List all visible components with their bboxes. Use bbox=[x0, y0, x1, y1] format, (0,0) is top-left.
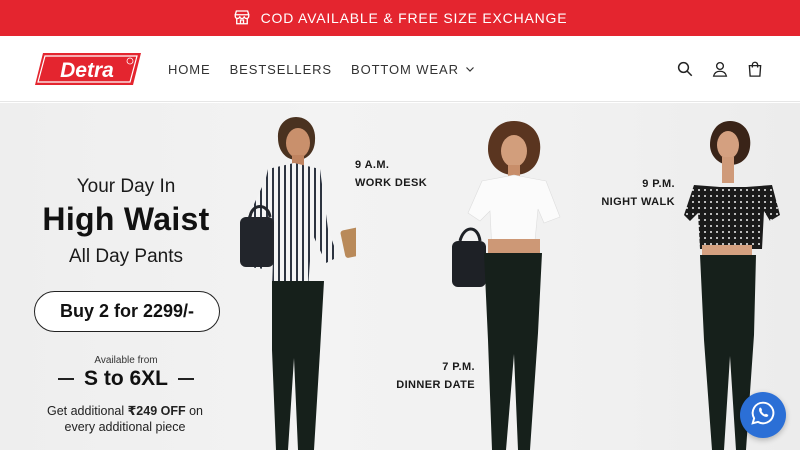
hero-line3: All Day Pants bbox=[68, 246, 184, 267]
announcement-bar: COD AVAILABLE & FREE SIZE EXCHANGE bbox=[0, 0, 800, 36]
extra-offer-amount: ₹249 OFF bbox=[127, 404, 186, 418]
model-dinner-date-label: 7 P.M. DINNER DATE bbox=[380, 358, 475, 394]
divider bbox=[57, 378, 74, 380]
model-work-desk-label: 9 A.M. WORK DESK bbox=[355, 156, 427, 192]
site-header: Detra HOME BESTSELLERS BOTTOM WEAR bbox=[0, 36, 800, 102]
account-icon[interactable] bbox=[711, 60, 729, 78]
model-dinner-date-image bbox=[452, 121, 561, 450]
hero-headline: High Waist bbox=[42, 201, 210, 237]
announcement-text: COD AVAILABLE & FREE SIZE EXCHANGE bbox=[260, 10, 568, 26]
main-nav: HOME BESTSELLERS BOTTOM WEAR bbox=[168, 36, 475, 102]
extra-offer-prefix: Get additional bbox=[46, 404, 128, 418]
divider bbox=[178, 378, 194, 380]
whatsapp-chat-button[interactable] bbox=[740, 392, 786, 438]
hero-banner[interactable]: Your Day In High Waist All Day Pants Buy… bbox=[0, 103, 800, 450]
detra-logo[interactable]: Detra bbox=[33, 52, 143, 86]
caption-night-walk: NIGHT WALK bbox=[601, 196, 675, 208]
nav-bottom-wear-label: BOTTOM WEAR bbox=[351, 61, 459, 77]
whatsapp-icon bbox=[750, 400, 776, 431]
time-label-9am: 9 A.M. bbox=[355, 159, 390, 171]
caption-work-desk: WORK DESK bbox=[355, 177, 428, 189]
nav-bestsellers-label: BESTSELLERS bbox=[229, 61, 332, 77]
buy-offer-button[interactable]: Buy 2 for 2299/- bbox=[34, 291, 220, 332]
nav-bestsellers[interactable]: BESTSELLERS bbox=[230, 62, 332, 77]
nav-bottom-wear[interactable]: BOTTOM WEAR bbox=[351, 62, 475, 77]
caption-dinner-date: DINNER DATE bbox=[396, 379, 475, 391]
search-icon[interactable] bbox=[676, 60, 694, 78]
time-label-7pm: 7 P.M. bbox=[442, 361, 475, 373]
logo-text: Detra bbox=[60, 59, 114, 82]
cart-icon[interactable] bbox=[746, 60, 764, 78]
hero-line1: Your Day In bbox=[76, 176, 176, 197]
chevron-down-icon bbox=[465, 62, 475, 77]
nav-home[interactable]: HOME bbox=[168, 62, 211, 77]
time-label-9pm: 9 P.M. bbox=[642, 178, 675, 190]
hero-copy: Your Day In High Waist All Day Pants Buy… bbox=[0, 103, 252, 450]
nav-home-label: HOME bbox=[168, 61, 211, 77]
size-range: S to 6XL bbox=[83, 367, 168, 390]
model-work-desk-image bbox=[240, 117, 356, 450]
available-label: Available from bbox=[94, 355, 158, 366]
model-night-walk-label: 9 P.M. NIGHT WALK bbox=[580, 175, 675, 211]
header-icons bbox=[676, 36, 764, 102]
extra-offer-text: Get additional ₹249 OFF on every additio… bbox=[30, 403, 220, 435]
store-icon bbox=[233, 8, 251, 29]
size-range-row: S to 6XL bbox=[0, 367, 252, 391]
